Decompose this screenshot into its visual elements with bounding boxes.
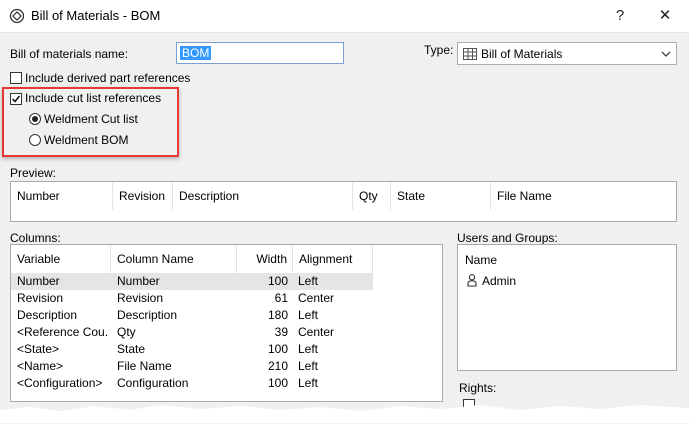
cell-alignment[interactable]: Center <box>298 290 373 307</box>
preview-header-number[interactable]: Number <box>11 182 113 210</box>
user-item-admin[interactable]: Admin <box>482 274 516 288</box>
chevron-down-icon <box>661 51 671 57</box>
cell-alignment[interactable]: Center <box>298 324 373 341</box>
bom-name-value: BOM <box>180 46 212 60</box>
weldment-bom-label: Weldment BOM <box>44 133 129 147</box>
cell-column-name[interactable]: Description <box>117 307 233 324</box>
derived-label: Include derived part references <box>25 71 191 85</box>
preview-header-description[interactable]: Description <box>173 182 353 210</box>
cell-column-name[interactable]: Qty <box>117 324 233 341</box>
cell-column-name[interactable]: State <box>117 341 233 358</box>
preview-header-revision[interactable]: Revision <box>113 182 173 210</box>
cutlist-label: Include cut list references <box>25 91 162 105</box>
weldment-cutlist-radio[interactable] <box>29 113 41 125</box>
columns-table[interactable]: Variable Column Name Width Alignment Num… <box>10 244 443 402</box>
users-list[interactable]: Name Admin <box>457 244 677 371</box>
rights-label: Rights: <box>459 381 497 395</box>
cell-column-name[interactable]: Revision <box>117 290 233 307</box>
cell-alignment[interactable]: Left <box>298 307 373 324</box>
app-icon <box>9 8 25 24</box>
weldment-bom-radio[interactable] <box>29 134 41 146</box>
cell-variable[interactable]: <State> <box>17 341 109 358</box>
cell-variable[interactable]: <Name> <box>17 358 109 375</box>
preview-header-filename[interactable]: File Name <box>491 182 676 210</box>
cell-column-name[interactable]: File Name <box>117 358 233 375</box>
table-icon <box>463 48 477 60</box>
cell-alignment[interactable]: Left <box>298 358 373 375</box>
bom-name-input[interactable]: BOM <box>176 42 344 64</box>
columns-header-variable[interactable]: Variable <box>11 245 111 273</box>
user-icon <box>467 274 477 287</box>
cell-variable[interactable]: Revision <box>17 290 109 307</box>
help-button[interactable]: ? <box>605 4 635 28</box>
cell-alignment[interactable]: Left <box>298 341 373 358</box>
cell-alignment[interactable]: Left <box>298 375 373 392</box>
checkmark-icon <box>11 95 21 103</box>
cell-width[interactable]: 210 <box>237 358 288 375</box>
cell-variable[interactable]: Description <box>17 307 109 324</box>
cell-variable[interactable]: <Reference Cou... <box>17 324 109 341</box>
close-button[interactable]: ✕ <box>650 4 680 28</box>
cell-width[interactable]: 61 <box>237 290 288 307</box>
columns-label: Columns: <box>10 231 61 245</box>
type-dropdown[interactable]: Bill of Materials <box>457 42 677 65</box>
weldment-cutlist-label: Weldment Cut list <box>44 112 138 126</box>
title-bar: Bill of Materials - BOM ? ✕ <box>0 0 689 32</box>
cell-column-name[interactable]: Number <box>117 273 233 290</box>
type-value: Bill of Materials <box>481 47 563 61</box>
cutlist-checkbox[interactable] <box>10 93 22 105</box>
torn-edge <box>0 405 689 423</box>
columns-header-alignment[interactable]: Alignment <box>293 245 373 273</box>
bom-name-label: Bill of materials name: <box>10 47 129 61</box>
cell-width[interactable]: 100 <box>237 273 288 290</box>
cell-width[interactable]: 39 <box>237 324 288 341</box>
users-groups-label: Users and Groups: <box>457 231 558 245</box>
radio-selected-dot <box>32 116 38 122</box>
window-title: Bill of Materials - BOM <box>31 8 161 23</box>
preview-label: Preview: <box>10 166 57 180</box>
cell-width[interactable]: 100 <box>237 341 288 358</box>
cell-column-name[interactable]: Configuration <box>117 375 233 392</box>
columns-header-width[interactable]: Width <box>237 245 293 273</box>
preview-header-state[interactable]: State <box>391 182 491 210</box>
preview-header-qty[interactable]: Qty <box>353 182 391 210</box>
cell-width[interactable]: 180 <box>237 307 288 324</box>
type-label: Type: <box>424 43 454 57</box>
cell-variable[interactable]: <Configuration> <box>17 375 109 392</box>
preview-table: Number Revision Description Qty State Fi… <box>10 181 677 222</box>
cell-alignment[interactable]: Left <box>298 273 373 290</box>
derived-checkbox[interactable] <box>10 72 22 84</box>
cell-variable[interactable]: Number <box>17 273 109 290</box>
columns-header-column-name[interactable]: Column Name <box>111 245 237 273</box>
cell-width[interactable]: 100 <box>237 375 288 392</box>
users-header-name: Name <box>465 253 498 267</box>
